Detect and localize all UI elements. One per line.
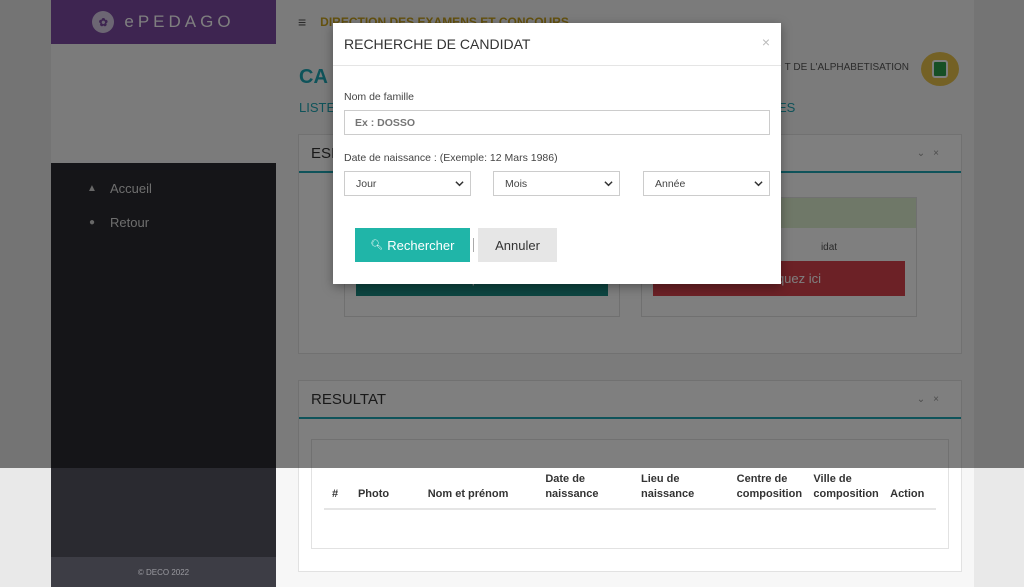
column-header: Photo — [357, 488, 390, 500]
table-header: # Photo Nom et prénom Date de naissance … — [324, 470, 936, 510]
button-separator — [473, 238, 474, 252]
close-icon[interactable]: × — [762, 34, 770, 50]
sidebar-footer: © DECO 2022 — [51, 557, 276, 587]
year-select-value: Année — [655, 177, 686, 190]
month-select[interactable]: Mois — [493, 171, 620, 196]
search-candidate-modal: RECHERCHE DE CANDIDAT × Nom de famille D… — [333, 23, 781, 284]
column-header: Ville de composition — [813, 473, 879, 500]
cancel-button[interactable]: Annuler — [478, 228, 557, 262]
birth-date-label: Date de naissance : (Exemple: 12 Mars 19… — [344, 152, 558, 164]
last-name-label: Nom de famille — [344, 91, 415, 103]
chevron-down-icon — [754, 181, 763, 187]
column-header: Centre de composition — [736, 473, 803, 500]
chevron-down-icon — [455, 181, 464, 187]
chevron-down-icon — [604, 181, 613, 187]
column-header: Lieu de naissance — [640, 473, 695, 500]
column-header: Date de naissance — [545, 473, 599, 500]
column-header: # — [332, 488, 339, 500]
column-header: Action — [890, 488, 925, 500]
search-icon: 🔍︎ — [370, 239, 384, 251]
column-header: Nom et prénom — [427, 488, 509, 500]
last-name-input[interactable] — [344, 110, 770, 135]
day-select-value: Jour — [356, 177, 377, 190]
search-button[interactable]: 🔍︎ Rechercher — [355, 228, 470, 262]
month-select-value: Mois — [505, 177, 528, 190]
search-button-label: Rechercher — [387, 237, 455, 253]
modal-title: RECHERCHE DE CANDIDAT — [333, 23, 781, 66]
day-select[interactable]: Jour — [344, 171, 471, 196]
year-select[interactable]: Année — [643, 171, 770, 196]
